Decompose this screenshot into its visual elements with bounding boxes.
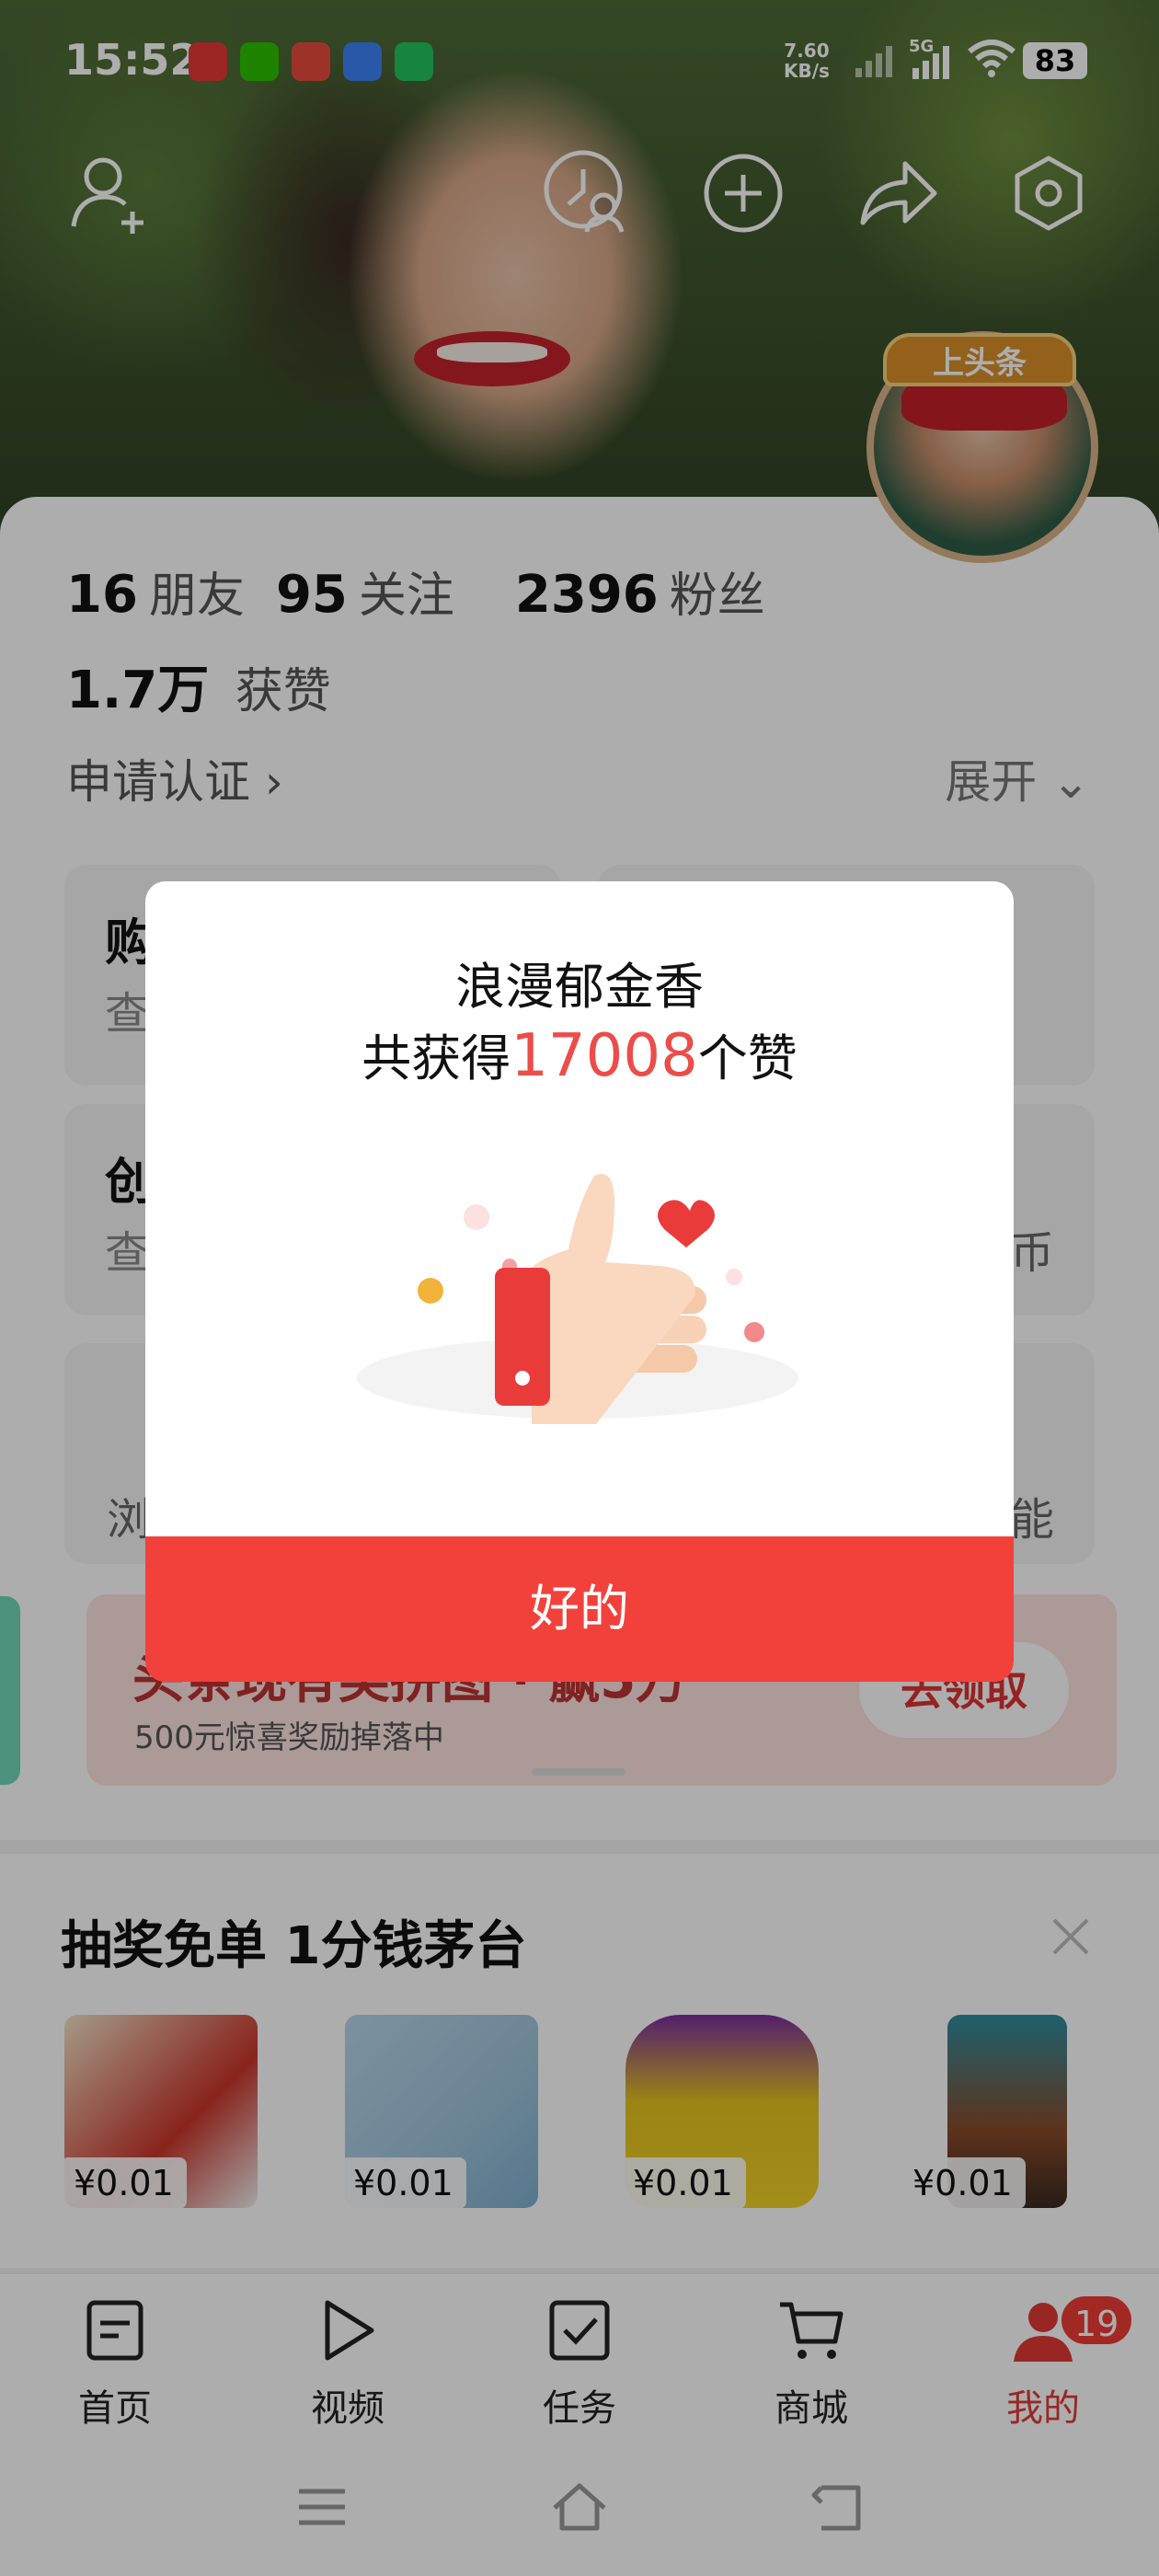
- dialog-user-name: 浪漫郁金香: [455, 958, 704, 1016]
- thumbs-up-icon: [357, 1174, 798, 1424]
- like-count-number: 17008: [511, 1022, 698, 1090]
- likes-dialog: 浪漫郁金香 共获得17008个赞 好的: [145, 881, 1014, 1682]
- dialog-like-count: 共获得17008个赞: [361, 1022, 798, 1090]
- ok-button[interactable]: 好的: [145, 1536, 1014, 1682]
